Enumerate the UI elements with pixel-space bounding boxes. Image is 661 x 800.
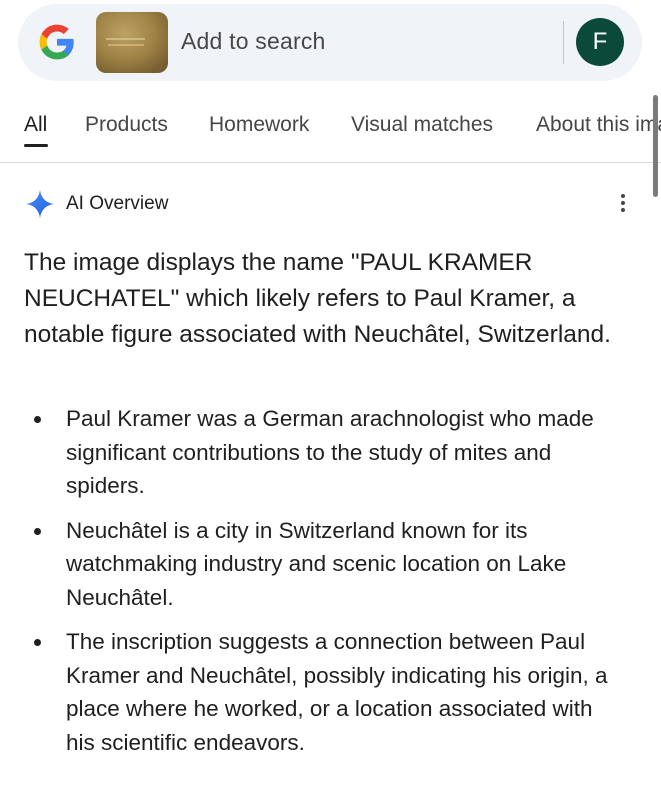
search-tabs: All Products Homework Visual matches Abo… [0, 100, 661, 162]
list-item: Paul Kramer was a German arachnologist w… [0, 402, 626, 503]
search-results-page: Add to search F All Products Homework Vi… [0, 0, 661, 800]
bullet-dot-icon [34, 527, 41, 535]
account-avatar[interactable]: F [576, 18, 624, 66]
list-item: Neuchâtel is a city in Switzerland known… [0, 514, 626, 615]
query-image-thumbnail[interactable] [96, 12, 168, 73]
more-vert-icon[interactable] [613, 191, 633, 217]
tab-visual-matches[interactable]: Visual matches [351, 113, 493, 137]
search-bar[interactable]: Add to search F [18, 4, 642, 81]
list-item: The inscription suggests a connection be… [0, 625, 626, 759]
bullet-text: The inscription suggests a connection be… [66, 629, 608, 755]
active-tab-indicator [24, 144, 48, 147]
tab-all[interactable]: All [24, 113, 47, 137]
ai-overview-title: AI Overview [66, 193, 169, 214]
tab-products[interactable]: Products [85, 113, 168, 137]
google-g-icon[interactable] [38, 23, 76, 61]
scrollbar[interactable] [653, 95, 658, 197]
thumbnail-image [96, 12, 168, 73]
ai-overview-header: AI Overview [25, 187, 640, 221]
search-input[interactable]: Add to search [181, 28, 326, 55]
tabs-divider [0, 162, 661, 163]
bullet-text: Neuchâtel is a city in Switzerland known… [66, 517, 567, 610]
bullet-dot-icon [34, 416, 41, 423]
bullet-text: Paul Kramer was a German arachnologist w… [66, 406, 594, 498]
bullet-dot-icon [34, 639, 41, 646]
ai-overview-summary: The image displays the name "PAUL KRAMER… [24, 249, 611, 348]
tab-about-this-image[interactable]: About this image [536, 113, 661, 137]
tab-homework[interactable]: Homework [209, 113, 309, 137]
sparkle-icon [26, 190, 54, 218]
search-bar-divider [563, 21, 564, 64]
ai-overview-bullet-list: Paul Kramer was a German arachnologist w… [0, 402, 661, 770]
